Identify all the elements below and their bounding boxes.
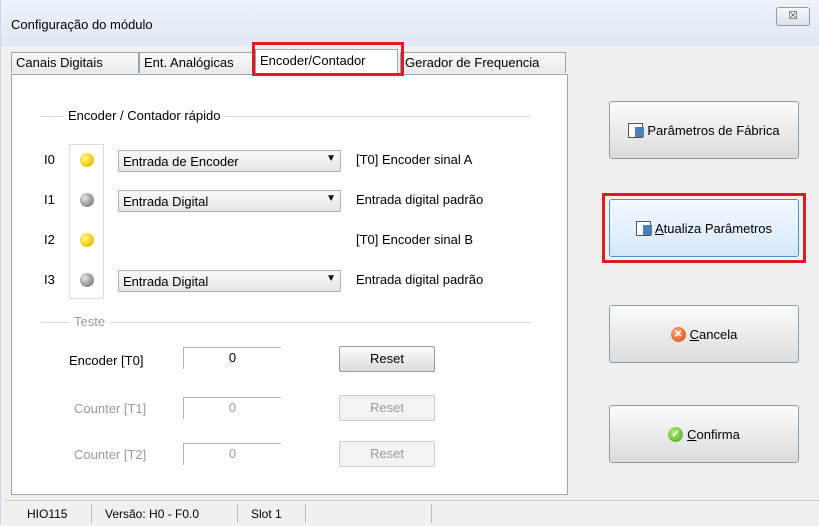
- encoder-t0-value-text: 0: [228, 350, 237, 365]
- cancel-button[interactable]: ✕ Cancela: [609, 305, 799, 363]
- led-i0-icon: [80, 153, 94, 167]
- cancel-label: Cancela: [690, 327, 738, 342]
- mode-select-i3-value: Entrada Digital: [123, 274, 209, 289]
- counter-t2-value: 0: [183, 443, 281, 465]
- led-i3-icon: [80, 273, 94, 287]
- reset-t0-button[interactable]: Reset: [339, 346, 435, 372]
- close-button[interactable]: ☒: [776, 7, 810, 26]
- channel-label-i1: I1: [44, 192, 55, 207]
- update-highlight-box: [602, 193, 806, 263]
- status-divider: [91, 504, 92, 523]
- channel-desc-i1: Entrada digital padrão: [356, 192, 484, 207]
- cancel-accel: C: [689, 326, 700, 342]
- channel-desc-i0: [T0] Encoder sinal A: [356, 152, 473, 167]
- led-i1-icon: [80, 193, 94, 207]
- confirm-accel: C: [687, 426, 697, 442]
- chevron-down-icon: ▼: [326, 193, 336, 204]
- status-slot: Slot 1: [251, 507, 282, 521]
- confirm-button[interactable]: ✓ Confirma: [609, 405, 799, 463]
- channel-desc-i2: [T0] Encoder sinal B: [356, 232, 474, 247]
- chevron-down-icon: ▼: [326, 273, 336, 284]
- mode-select-i0[interactable]: Entrada de Encoder ▼: [118, 150, 341, 172]
- mode-select-i3[interactable]: Entrada Digital ▼: [118, 270, 341, 292]
- channel-label-i3: I3: [44, 272, 55, 287]
- reset-t2-button[interactable]: Reset: [339, 441, 435, 467]
- tab-ent-analogicas[interactable]: Ent. Analógicas: [139, 52, 253, 73]
- status-divider: [305, 504, 306, 523]
- status-bar: HIO115 Versão: H0 - F0.0 Slot 1: [5, 500, 819, 526]
- status-divider: [431, 504, 432, 523]
- channel-label-i2: I2: [44, 232, 55, 247]
- tab-gerador-frequencia[interactable]: Gerador de Frequencia: [400, 52, 566, 73]
- factory-params-button[interactable]: Parâmetros de Fábrica: [609, 101, 799, 159]
- confirm-label: Confirma: [687, 427, 740, 442]
- window-title: Configuração do módulo: [11, 17, 153, 32]
- encoder-t0-value: 0: [183, 347, 281, 369]
- cancel-label-rest: ancela: [699, 326, 738, 342]
- channel-desc-i3: Entrada digital padrão: [356, 272, 484, 287]
- close-icon: ☒: [788, 10, 798, 22]
- encoder-t0-label: Encoder [T0]: [69, 353, 144, 368]
- reset-t1-button[interactable]: Reset: [339, 395, 435, 421]
- led-column: [69, 144, 104, 299]
- module-config-window: Configuração do módulo ☒ Canais Digitais…: [0, 0, 819, 526]
- mode-select-i1-value: Entrada Digital: [123, 194, 209, 209]
- factory-params-label: Parâmetros de Fábrica: [647, 122, 780, 138]
- status-version: Versão: H0 - F0.0: [105, 507, 200, 521]
- mode-select-i0-value: Entrada de Encoder: [123, 154, 239, 169]
- mode-select-i1[interactable]: Entrada Digital ▼: [118, 190, 341, 212]
- cancel-icon: ✕: [670, 326, 686, 342]
- factory-params-icon: [628, 122, 645, 138]
- counter-t2-label: Counter [T2]: [74, 447, 147, 462]
- tab-highlight-box: [252, 42, 404, 76]
- test-group-title: Teste: [69, 314, 111, 329]
- counter-t2-value-text: 0: [228, 446, 237, 461]
- counter-t1-label: Counter [T1]: [74, 401, 147, 416]
- led-i2-icon: [80, 233, 94, 247]
- counter-t1-value: 0: [183, 397, 281, 419]
- status-device: HIO115: [27, 507, 68, 521]
- counter-t1-value-text: 0: [228, 400, 237, 415]
- channel-label-i0: I0: [44, 152, 55, 167]
- encoder-group-title: Encoder / Contador rápido: [63, 108, 226, 123]
- confirm-icon: ✓: [668, 426, 684, 442]
- title-bar: Configuração do módulo ☒: [1, 0, 819, 46]
- confirm-label-rest: onfirma: [696, 426, 740, 442]
- chevron-down-icon: ▼: [326, 153, 336, 164]
- status-divider: [237, 504, 238, 523]
- tab-canais-digitais[interactable]: Canais Digitais: [11, 52, 139, 73]
- test-group-border: [41, 322, 531, 323]
